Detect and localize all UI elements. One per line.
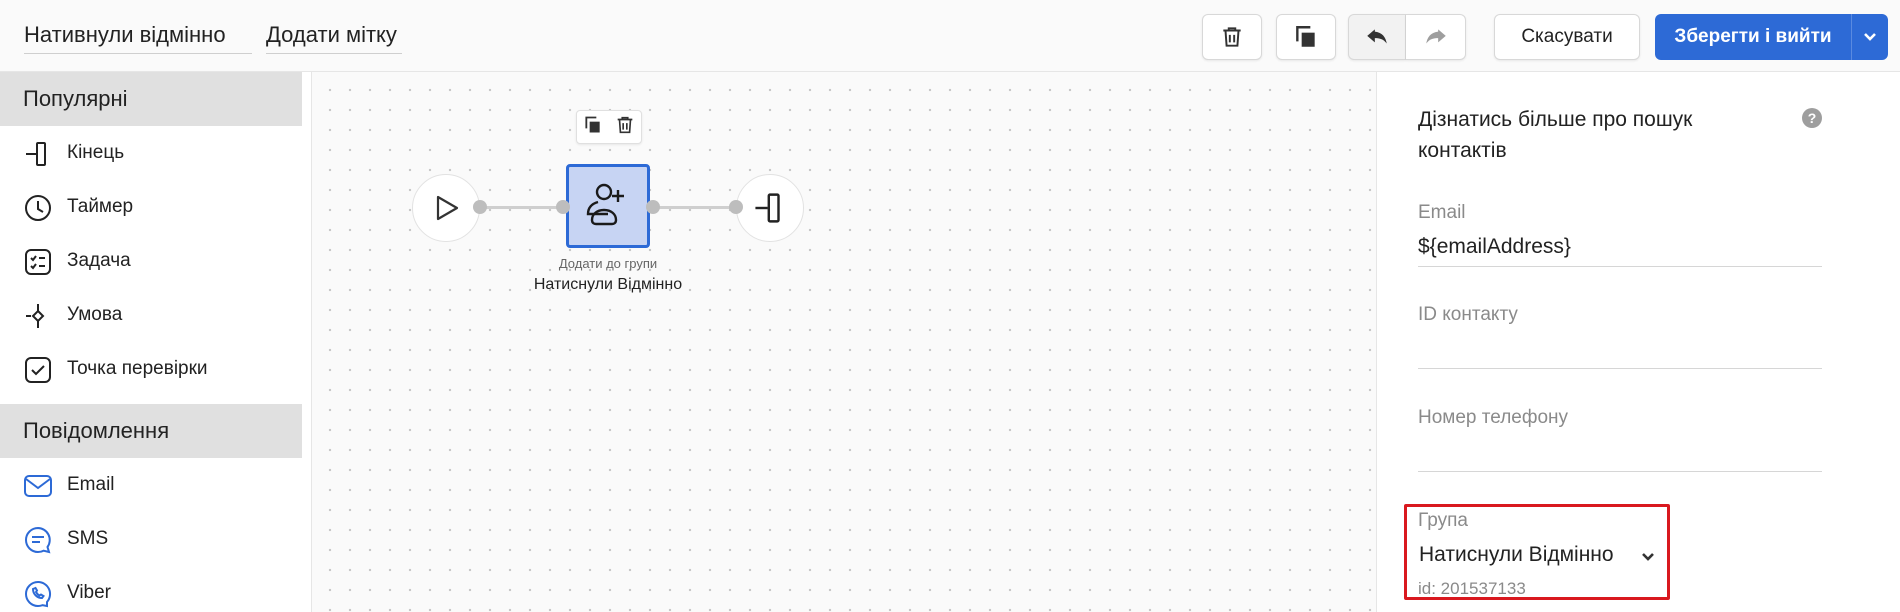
sidebar-item-label: Точка перевірки xyxy=(67,358,208,379)
sidebar-item-label: SMS xyxy=(67,528,109,549)
node-toolbar xyxy=(576,110,642,144)
sidebar-item-label: Задача xyxy=(67,250,131,271)
help-icon[interactable]: ? xyxy=(1802,108,1822,128)
save-options-button[interactable] xyxy=(1851,14,1888,60)
trash-icon xyxy=(617,116,632,133)
viber-icon xyxy=(22,578,54,610)
connection-handle[interactable] xyxy=(646,200,660,214)
email-label: Email xyxy=(1418,202,1466,223)
sidebar-item-condition[interactable]: Умова xyxy=(0,288,302,342)
field-underline xyxy=(1418,368,1822,369)
sidebar-item-viber[interactable]: Viber xyxy=(0,566,302,612)
connection-handle[interactable] xyxy=(729,200,743,214)
redo-button[interactable] xyxy=(1406,14,1466,60)
learn-more-link[interactable]: Дізнатись більше про пошук контактів xyxy=(1418,104,1718,166)
play-icon xyxy=(436,195,459,221)
delete-button[interactable] xyxy=(1202,14,1262,60)
add-tag-button[interactable]: Додати мітку xyxy=(266,18,402,54)
sidebar-item-task[interactable]: Задача xyxy=(0,234,302,288)
contact-id-label: ID контакту xyxy=(1418,304,1518,325)
redo-icon xyxy=(1425,29,1446,44)
connector-line xyxy=(480,206,566,209)
chevron-down-icon[interactable] xyxy=(1640,549,1656,565)
sidebar-item-label: Таймер xyxy=(67,196,134,217)
sms-icon xyxy=(22,524,54,556)
phone-field[interactable] xyxy=(1418,440,1822,470)
group-label: Група xyxy=(1418,510,1468,531)
automation-name-input[interactable]: Нативнули відмінно xyxy=(24,18,252,54)
sidebar-item-label: Viber xyxy=(67,582,112,603)
connector-line xyxy=(650,206,736,209)
add-to-group-node[interactable] xyxy=(566,164,650,248)
chevron-down-icon xyxy=(1864,33,1876,41)
undo-icon xyxy=(1367,29,1387,44)
top-bar: Нативнули відмінно Додати мітку Скасуват… xyxy=(0,0,1900,72)
sidebar-item-checkpoint[interactable]: Точка перевірки xyxy=(0,342,302,396)
save-and-exit-button[interactable]: Зберегти і вийти xyxy=(1655,14,1851,60)
node-title: Натиснули Відмінно xyxy=(533,276,683,293)
email-field[interactable]: ${emailAddress} xyxy=(1418,235,1571,259)
undo-button[interactable] xyxy=(1348,14,1406,60)
sidebar-item-end[interactable]: Кінець xyxy=(0,126,302,180)
sidebar-item-timer[interactable]: Таймер xyxy=(0,180,302,234)
connection-handle[interactable] xyxy=(556,200,570,214)
cancel-button[interactable]: Скасувати xyxy=(1494,14,1640,60)
node-copy-button[interactable] xyxy=(583,115,603,140)
contact-id-field[interactable] xyxy=(1418,337,1822,367)
start-node[interactable] xyxy=(412,174,480,242)
timer-icon xyxy=(22,192,54,224)
sidebar-item-label: Email xyxy=(67,474,115,495)
email-icon xyxy=(22,470,54,502)
trash-icon xyxy=(1223,27,1241,47)
checkpoint-icon xyxy=(22,354,54,386)
condition-icon xyxy=(22,300,54,332)
copy-icon xyxy=(584,116,600,132)
sidebar-item-email[interactable]: Email xyxy=(0,458,302,512)
node-type-label: Додати до групи xyxy=(558,256,658,271)
copy-button[interactable] xyxy=(1276,14,1336,60)
sidebar-section-messages: Повідомлення xyxy=(0,404,302,458)
group-id: id: 201537133 xyxy=(1418,579,1526,598)
node-delete-button[interactable] xyxy=(614,114,636,141)
end-node[interactable] xyxy=(736,174,804,242)
sidebar-item-label: Кінець xyxy=(67,142,125,163)
end-icon xyxy=(22,138,54,170)
sidebar-section-popular: Популярні xyxy=(0,72,302,126)
phone-label: Номер телефону xyxy=(1418,407,1569,428)
sidebar-item-label: Умова xyxy=(67,304,123,325)
end-icon xyxy=(755,193,780,223)
add-to-group-icon xyxy=(586,183,624,226)
sidebar: Популярні Кінець Таймер Задача Умова Точ… xyxy=(0,72,312,612)
copy-icon xyxy=(1296,26,1315,47)
task-icon xyxy=(22,246,54,278)
field-underline xyxy=(1418,266,1822,267)
workflow-canvas[interactable] xyxy=(312,72,1376,612)
connection-handle[interactable] xyxy=(473,200,487,214)
field-underline xyxy=(1418,471,1822,472)
sidebar-item-sms[interactable]: SMS xyxy=(0,512,302,566)
group-select[interactable]: Натиснули Відмінно xyxy=(1419,543,1614,567)
